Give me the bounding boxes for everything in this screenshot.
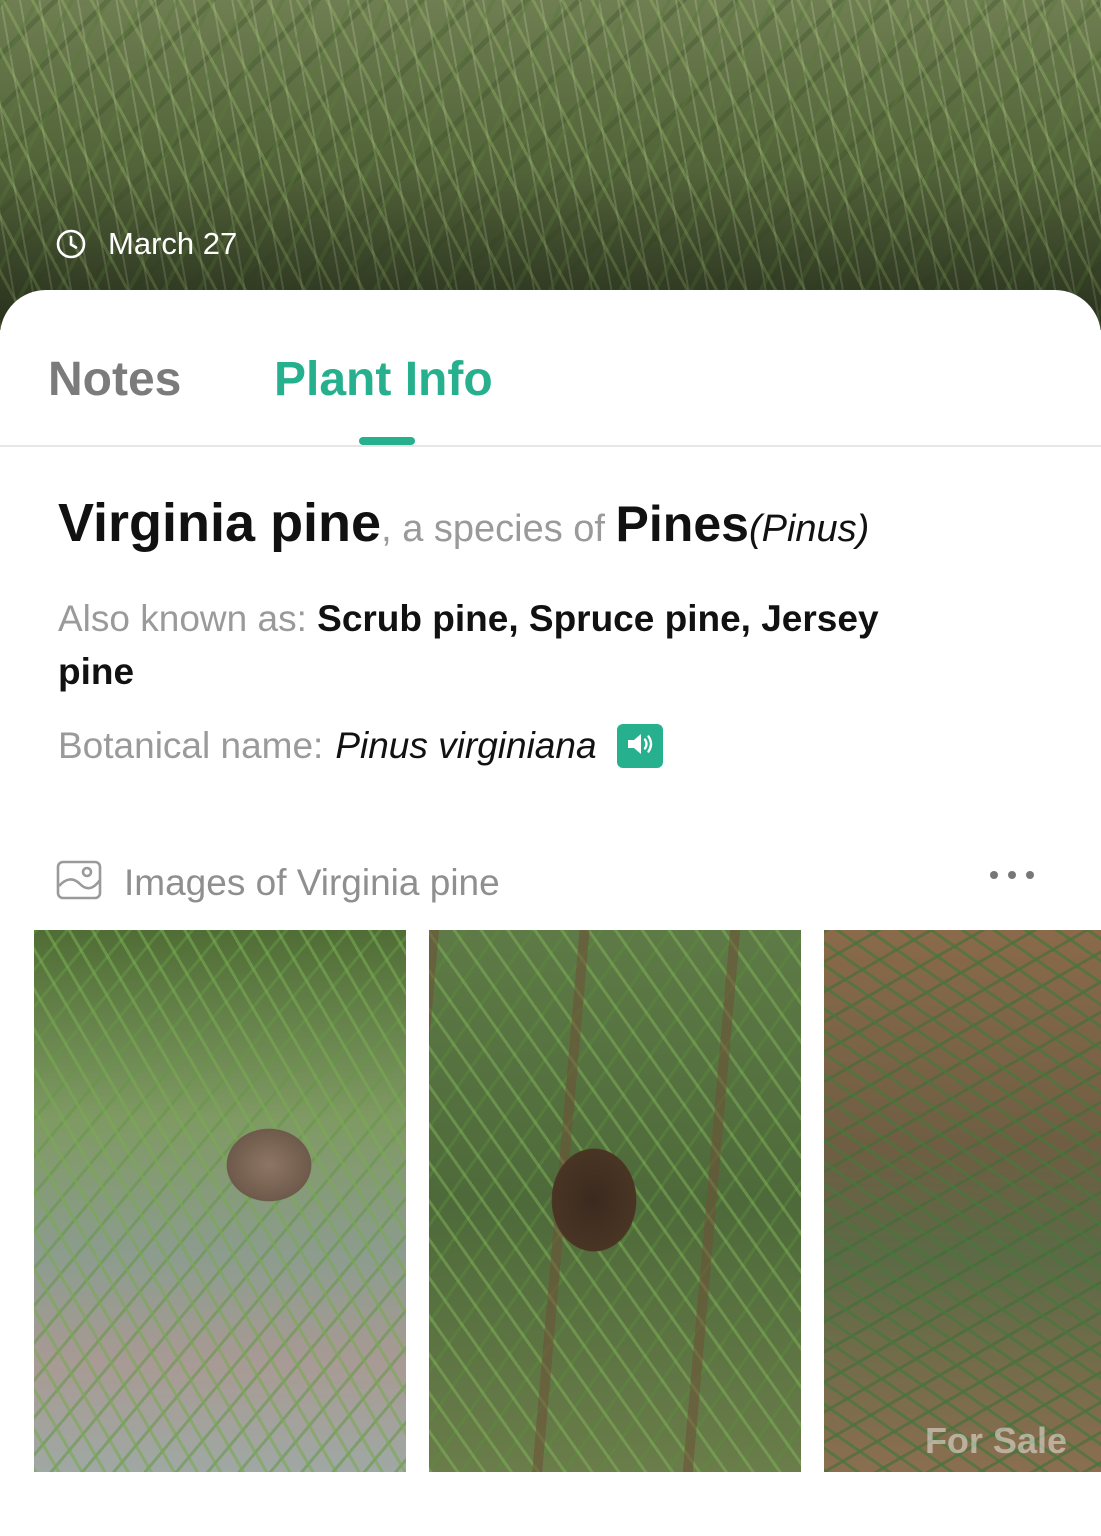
botanical-name: Pinus virginiana bbox=[335, 725, 597, 766]
genus-name: Pines bbox=[615, 496, 749, 552]
botanical-label: Botanical name: bbox=[58, 725, 324, 766]
speaker-icon bbox=[624, 725, 656, 767]
plant-title: Virginia pine, a species of Pines(Pinus) bbox=[58, 492, 869, 554]
hero-photo bbox=[0, 0, 1101, 330]
species-of-text: , a species of bbox=[381, 508, 616, 550]
image-watermark: For Sale bbox=[924, 1420, 1067, 1461]
tab-notes[interactable]: Notes bbox=[48, 352, 181, 407]
plant-image-thumbnail-2[interactable] bbox=[429, 930, 801, 1472]
common-name: Virginia pine bbox=[58, 493, 382, 553]
observation-date: March 27 bbox=[56, 226, 237, 262]
images-section-header: Images of Virginia pine bbox=[56, 860, 500, 905]
plant-image-thumbnail-3[interactable]: For Sale bbox=[824, 930, 1101, 1472]
also-known-as: Also known as: Scrub pine, Spruce pine, … bbox=[58, 592, 958, 698]
date-label: March 27 bbox=[108, 226, 238, 261]
plant-image-thumbnail-1[interactable] bbox=[34, 930, 406, 1472]
tab-plant-info[interactable]: Plant Info bbox=[274, 352, 493, 407]
aka-label: Also known as: bbox=[58, 598, 318, 639]
botanical-name-row: Botanical name: Pinus virginiana bbox=[58, 724, 663, 768]
images-section-title: Images of Virginia pine bbox=[124, 861, 500, 903]
tab-bar: Notes Plant Info bbox=[0, 290, 1101, 447]
more-options-button[interactable] bbox=[984, 862, 1044, 888]
image-gallery-icon bbox=[56, 860, 102, 905]
more-horizontal-icon bbox=[990, 871, 1034, 879]
active-tab-indicator bbox=[359, 437, 415, 445]
clock-icon bbox=[56, 229, 86, 259]
genus-latin-name: (Pinus) bbox=[748, 508, 870, 550]
pronounce-button[interactable] bbox=[616, 724, 663, 768]
